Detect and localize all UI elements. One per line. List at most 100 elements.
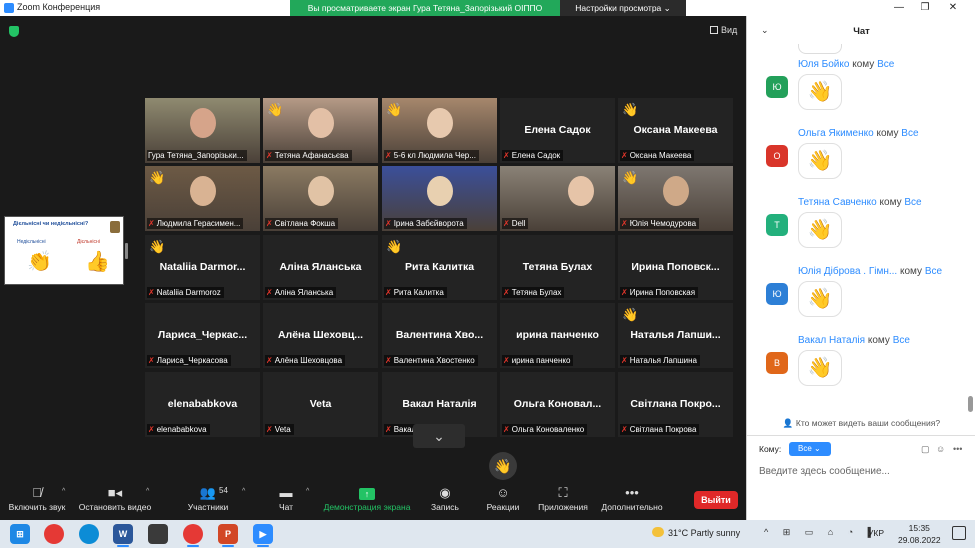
emoji-icon[interactable]: ☺	[936, 444, 945, 454]
windows-start-icon[interactable]: ⊞	[10, 524, 30, 544]
chat-sender[interactable]: Вакал Наталія	[798, 335, 865, 346]
unmute-button[interactable]: 🎙̸ Включить звук ^	[6, 484, 68, 512]
record-label: Запись	[431, 502, 459, 512]
avatar[interactable]: О	[766, 145, 788, 167]
chat-recipient[interactable]: Все	[893, 335, 910, 346]
chat-messages[interactable]: Ю Юля Бойко кому Все 👋 О Ольга Якименко кому…	[747, 44, 975, 416]
chat-button[interactable]: ▬ Чат ^	[272, 484, 309, 512]
chat-recipient[interactable]: Все	[904, 197, 921, 208]
participant-tile[interactable]: elenababkova ✗ elenababkova	[145, 372, 260, 437]
chrome-icon[interactable]	[183, 524, 203, 547]
participant-tile[interactable]: Гура Тетяна_Запорізьки...	[145, 98, 260, 163]
file-explorer-icon[interactable]	[148, 524, 168, 544]
stop-video-button[interactable]: ■◂ Остановить видео ^	[76, 484, 154, 512]
participant-tile[interactable]: Оксана Макеева 👋 ✗ Оксана Макеева	[618, 98, 733, 163]
participant-tile[interactable]: Nataliia Darmor... 👋 ✗ Nataliia Darmoroz	[145, 235, 260, 300]
keyboard-language[interactable]: УКР	[868, 528, 884, 538]
shared-slide-left-label: Недієльнісні	[17, 239, 46, 245]
more-button[interactable]: ••• Дополнительно	[598, 484, 666, 512]
minimize-icon[interactable]: —	[891, 1, 907, 15]
chat-sender[interactable]: Юля Бойко	[798, 59, 849, 70]
participant-tile[interactable]: 👋 ✗ Юлія Чемодурова	[618, 166, 733, 231]
participant-tile[interactable]: ✗ Ірина Забєйворота	[382, 166, 497, 231]
leave-meeting-button[interactable]: Выйти	[694, 491, 738, 509]
chrome-icon[interactable]	[44, 524, 64, 544]
participant-tile[interactable]: 👋 ✗ 5-6 кл Людмила Чер...	[382, 98, 497, 163]
word-icon[interactable]: W	[113, 524, 133, 547]
more-dots-icon[interactable]: •••	[953, 444, 962, 454]
close-icon[interactable]: ✕	[945, 1, 961, 15]
participant-tile[interactable]: Лариса_Черкас... ✗ Лариса_Черкасова	[145, 303, 260, 368]
participant-tile[interactable]: Veta ✗ Veta	[263, 372, 378, 437]
maximize-icon[interactable]: ❐	[917, 1, 933, 15]
zoom-taskbar-icon[interactable]: ▶	[253, 524, 273, 547]
microphone-muted-icon: ✗	[266, 151, 273, 160]
participant-tile[interactable]: Аліна Яланська ✗ Аліна Яланська	[263, 235, 378, 300]
reactions-button[interactable]: ☺ Реакции	[482, 484, 524, 512]
view-options-dropdown[interactable]: Настройки просмотра ⌄	[560, 0, 686, 16]
chevron-up-icon[interactable]: ^	[146, 488, 149, 495]
avatar[interactable]: Т	[766, 214, 788, 236]
record-button[interactable]: ◉ Запись	[426, 484, 464, 512]
chat-message-header: Ольга Якименко кому Все	[798, 128, 919, 139]
chevron-up-icon[interactable]: ^	[242, 488, 245, 495]
powerpoint-icon[interactable]: P	[218, 524, 238, 547]
show-more-participants-button[interactable]: ⌄	[413, 424, 465, 448]
weather-widget[interactable]: 31°C Partly sunny	[652, 527, 740, 538]
participant-tile[interactable]: 👋 ✗ Людмила Герасимен...	[145, 166, 260, 231]
participant-name-label: ✗ Dell	[502, 218, 529, 229]
recipient-value: Все	[798, 444, 812, 453]
thumbnail-collapse-handle[interactable]	[125, 243, 128, 259]
view-button[interactable]: Вид	[710, 25, 737, 35]
avatar[interactable]: Ю	[766, 283, 788, 305]
who-can-see-link[interactable]: 👤 Кто может видеть ваши сообщения?	[747, 418, 975, 429]
chat-message-input[interactable]	[759, 463, 959, 479]
apps-button[interactable]: ⛶ Приложения	[534, 484, 592, 512]
chat-sender[interactable]: Тетяна Савченко	[798, 197, 877, 208]
clap-hands-icon: 👏	[27, 251, 52, 273]
participant-tile[interactable]: Світлана Покро... ✗ Світлана Покрова	[618, 372, 733, 437]
chevron-up-icon[interactable]: ^	[306, 488, 309, 495]
participant-name-label: ✗ Наталья Лапшина	[620, 355, 700, 366]
partly-sunny-icon	[652, 527, 664, 537]
avatar[interactable]: В	[766, 352, 788, 374]
system-tray-icons[interactable]: ^ ⊞ ▭ ⌂ ◔ ▌	[764, 527, 880, 538]
participant-face	[568, 176, 594, 206]
chat-recipient[interactable]: Все	[901, 128, 918, 139]
participant-tile[interactable]: Ольга Коновал... ✗ Ольга Коноваленко	[500, 372, 615, 437]
participant-tile[interactable]: Наталья Лапши... 👋 ✗ Наталья Лапшина	[618, 303, 733, 368]
chat-sender[interactable]: Юлія Діброва . Гімн...	[798, 266, 897, 277]
recipient-select[interactable]: Все ⌄	[789, 442, 831, 456]
microphone-muted-icon: ✗	[148, 219, 155, 228]
participant-name-label: ✗ Тетяна Афанасьєва	[265, 150, 352, 161]
notifications-icon[interactable]	[952, 526, 966, 540]
participant-tile[interactable]: ✗ Світлана Фокша	[263, 166, 378, 231]
chat-scrollbar[interactable]	[968, 396, 973, 412]
participant-name-label: ✗ Елена Садок	[502, 150, 564, 161]
participant-tile[interactable]: 👋 ✗ Тетяна Афанасьєва	[263, 98, 378, 163]
participant-tile[interactable]: Ирина Поповск... ✗ Ирина Поповская	[618, 235, 733, 300]
participant-tile[interactable]: Рита Калитка 👋 ✗ Рита Калитка	[382, 235, 497, 300]
zoom-window: Zoom Конференция Вы просматриваете экран…	[0, 0, 975, 548]
chat-recipient[interactable]: Все	[877, 59, 894, 70]
participant-tile[interactable]: Елена Садок ✗ Елена Садок	[500, 98, 615, 163]
participant-tile[interactable]: ✗ Dell	[500, 166, 615, 231]
view-button-label: Вид	[721, 25, 738, 35]
file-icon[interactable]: ▢	[921, 444, 930, 455]
chat-bubble-icon: ▬	[279, 485, 293, 500]
participant-tile[interactable]: Алёна Шеховц... ✗ Алёна Шеховцова	[263, 303, 378, 368]
security-shield-icon[interactable]	[9, 26, 19, 37]
edge-icon[interactable]	[79, 524, 99, 544]
record-icon: ◉	[439, 485, 451, 500]
participant-tile[interactable]: ирина панченко ✗ ирина панченко	[500, 303, 615, 368]
chevron-up-icon[interactable]: ^	[62, 488, 65, 495]
clock[interactable]: 15:35 29.08.2022	[898, 522, 941, 546]
participant-name-label: ✗ Veta	[265, 424, 294, 435]
shared-screen-thumbnail[interactable]: Дієльнісні чи недієльнісні? Недієльнісні…	[4, 216, 124, 285]
chat-recipient[interactable]: Все	[925, 266, 942, 277]
participant-tile[interactable]: Валентина Хво... ✗ Валентина Хвостенко	[382, 303, 497, 368]
participant-tile[interactable]: Тетяна Булах ✗ Тетяна Булах	[500, 235, 615, 300]
avatar[interactable]: Ю	[766, 76, 788, 98]
chat-sender[interactable]: Ольга Якименко	[798, 128, 874, 139]
share-screen-button[interactable]: ↑ Демонстрация экрана	[320, 484, 414, 512]
